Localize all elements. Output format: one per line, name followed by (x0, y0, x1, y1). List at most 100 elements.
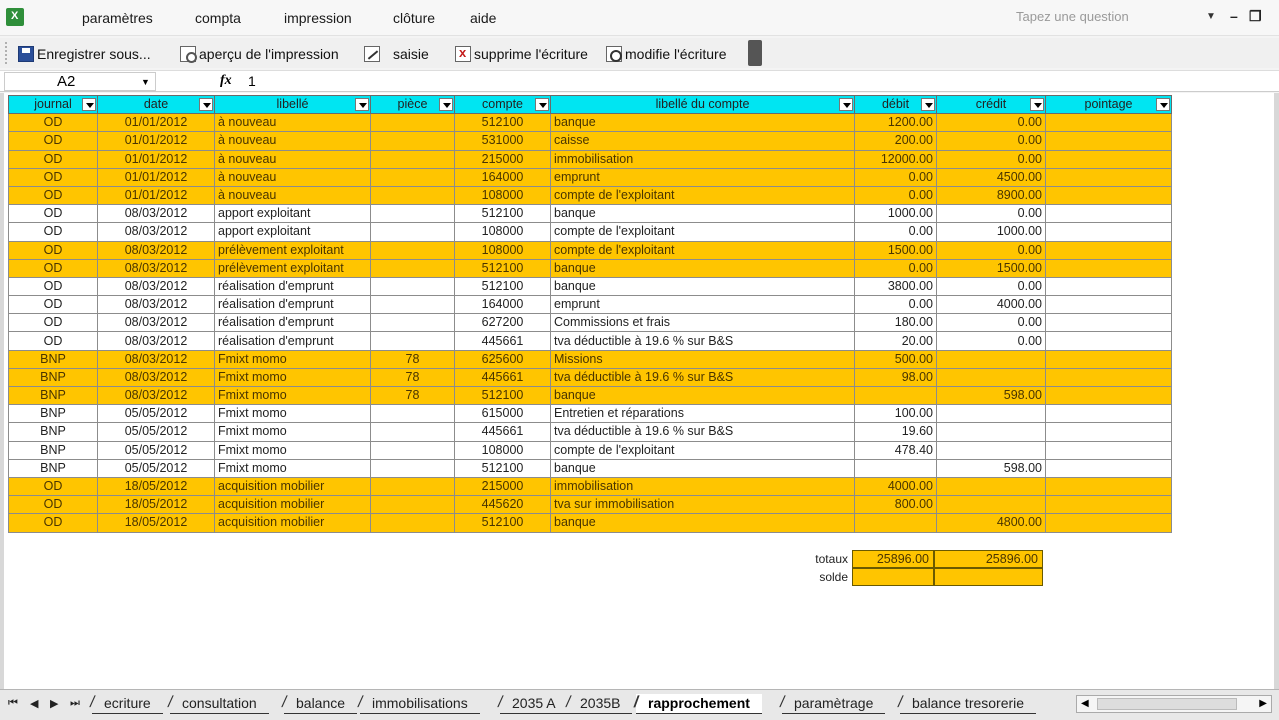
cell-pointage[interactable] (1045, 113, 1172, 133)
filter-dropdown-icon[interactable] (439, 98, 453, 111)
scroll-left-icon[interactable]: ◀ (1081, 698, 1089, 709)
filter-dropdown-icon[interactable] (921, 98, 935, 111)
cell-libelle[interactable]: Fmixt momo (214, 458, 371, 478)
cell-compte[interactable]: 512100 (454, 458, 551, 478)
cell-compte[interactable]: 445661 (454, 367, 551, 388)
cell-credit[interactable]: 4000.00 (936, 295, 1046, 315)
cell-piece[interactable] (370, 258, 455, 278)
cell-date[interactable]: 18/05/2012 (97, 495, 215, 515)
cell-pointage[interactable] (1045, 222, 1172, 242)
cell-libcompte[interactable]: emprunt (550, 295, 855, 315)
cell-debit[interactable]: 500.00 (854, 349, 937, 369)
worksheet-grid[interactable]: journal date libellé pièce compte libell… (0, 93, 1279, 689)
cell-libelle[interactable]: acquisition mobilier (214, 513, 371, 533)
cell-journal[interactable]: BNP (8, 422, 98, 442)
cell-compte[interactable]: 512100 (454, 385, 551, 406)
cell-date[interactable]: 01/01/2012 (97, 167, 215, 187)
cell-credit[interactable] (936, 440, 1046, 460)
table-row[interactable]: BNP 08/03/2012 Fmixt momo 78 512100 banque 598… (8, 385, 1172, 406)
cell-libelle[interactable]: réalisation d'emprunt (214, 295, 371, 315)
print-preview-button[interactable]: aperçu de l'impression (180, 44, 339, 64)
cell-journal[interactable]: BNP (8, 385, 98, 406)
cell-libcompte[interactable]: banque (550, 204, 855, 224)
cell-libelle[interactable]: prélèvement exploitant (214, 258, 371, 278)
cell-compte[interactable]: 445620 (454, 495, 551, 515)
cell-credit[interactable] (936, 476, 1046, 497)
saisie-button[interactable]: saisie (364, 44, 429, 64)
cell-compte[interactable]: 215000 (454, 149, 551, 169)
menu-compta[interactable]: compta (195, 10, 241, 26)
cell-compte[interactable]: 445661 (454, 422, 551, 442)
cell-compte[interactable]: 512100 (454, 113, 551, 133)
cell-journal[interactable]: OD (8, 513, 98, 533)
cell-libelle[interactable]: apport exploitant (214, 204, 371, 224)
cell-debit[interactable]: 4000.00 (854, 476, 937, 497)
cell-journal[interactable]: OD (8, 185, 98, 206)
first-sheet-icon[interactable]: ⏮ (8, 697, 18, 710)
table-row[interactable]: OD 01/01/2012 à nouveau 512100 banque 1200.00… (8, 113, 1172, 133)
filter-dropdown-icon[interactable] (839, 98, 853, 111)
cell-libcompte[interactable]: Commissions et frais (550, 313, 855, 333)
filter-dropdown-icon[interactable] (82, 98, 96, 111)
cell-pointage[interactable] (1045, 476, 1172, 497)
cell-compte[interactable]: 512100 (454, 204, 551, 224)
toolbar-grip[interactable] (5, 42, 8, 64)
cell-libcompte[interactable]: banque (550, 458, 855, 478)
cell-journal[interactable]: OD (8, 495, 98, 515)
table-row[interactable]: BNP 05/05/2012 Fmixt momo 445661 tva déducti… (8, 422, 1172, 442)
menu-impression[interactable]: impression (284, 10, 352, 26)
cell-pointage[interactable] (1045, 422, 1172, 442)
cell-debit[interactable]: 20.00 (854, 331, 937, 351)
cell-date[interactable]: 05/05/2012 (97, 404, 215, 424)
cell-compte[interactable]: 108000 (454, 240, 551, 260)
table-row[interactable]: OD 18/05/2012 acquisition mobilier 215000 im… (8, 476, 1172, 497)
cell-pointage[interactable] (1045, 458, 1172, 478)
table-row[interactable]: OD 08/03/2012 prélèvement exploitant 512100… (8, 258, 1172, 278)
cell-journal[interactable]: OD (8, 113, 98, 133)
cell-piece[interactable] (370, 458, 455, 478)
menu-parametres[interactable]: paramètres (82, 10, 153, 26)
cell-journal[interactable]: OD (8, 313, 98, 333)
cell-date[interactable]: 05/05/2012 (97, 458, 215, 478)
cell-credit[interactable]: 0.00 (936, 331, 1046, 351)
cell-compte[interactable]: 215000 (454, 476, 551, 497)
table-row[interactable]: OD 08/03/2012 réalisation d'emprunt 627200 C… (8, 313, 1172, 333)
cell-date[interactable]: 01/01/2012 (97, 113, 215, 133)
cell-piece[interactable] (370, 422, 455, 442)
col-header-libelle[interactable]: libellé (214, 94, 371, 115)
table-row[interactable]: OD 08/03/2012 réalisation d'emprunt 512100 b… (8, 276, 1172, 297)
solde-credit-cell[interactable] (934, 568, 1043, 586)
menu-aide[interactable]: aide (470, 10, 496, 26)
cell-debit[interactable]: 200.00 (854, 131, 937, 151)
cell-credit[interactable]: 0.00 (936, 113, 1046, 133)
cell-compte[interactable]: 512100 (454, 513, 551, 533)
cell-date[interactable]: 08/03/2012 (97, 222, 215, 242)
cell-debit[interactable]: 100.00 (854, 404, 937, 424)
cell-pointage[interactable] (1045, 185, 1172, 206)
cell-piece[interactable] (370, 295, 455, 315)
table-row[interactable]: BNP 05/05/2012 Fmixt momo 615000 Entretien e… (8, 404, 1172, 424)
filter-dropdown-icon[interactable] (535, 98, 549, 111)
cell-journal[interactable]: BNP (8, 349, 98, 369)
cell-piece[interactable] (370, 276, 455, 297)
chevron-down-icon[interactable]: ▼ (1206, 11, 1216, 22)
table-row[interactable]: OD 08/03/2012 réalisation d'emprunt 445661 t… (8, 331, 1172, 351)
cell-libcompte[interactable]: caisse (550, 131, 855, 151)
cell-debit[interactable] (854, 385, 937, 406)
cell-date[interactable]: 08/03/2012 (97, 331, 215, 351)
table-row[interactable]: OD 01/01/2012 à nouveau 108000 compte de l'e… (8, 185, 1172, 206)
cell-journal[interactable]: OD (8, 331, 98, 351)
cell-libcompte[interactable]: banque (550, 113, 855, 133)
toolbar-options-button[interactable] (748, 40, 762, 66)
cell-date[interactable]: 08/03/2012 (97, 276, 215, 297)
cell-credit[interactable]: 0.00 (936, 204, 1046, 224)
cell-piece[interactable] (370, 167, 455, 187)
name-box[interactable]: A2 (4, 72, 156, 91)
cell-debit[interactable]: 1500.00 (854, 240, 937, 260)
cell-compte[interactable]: 164000 (454, 167, 551, 187)
sheet-tab-3[interactable]: immobilisations (360, 694, 480, 714)
cell-journal[interactable]: OD (8, 476, 98, 497)
cell-libcompte[interactable]: tva déductible à 19.6 % sur B&S (550, 367, 855, 388)
table-row[interactable]: OD 18/05/2012 acquisition mobilier 512100 ba… (8, 513, 1172, 533)
sheet-tab-0[interactable]: ecriture (92, 694, 163, 714)
